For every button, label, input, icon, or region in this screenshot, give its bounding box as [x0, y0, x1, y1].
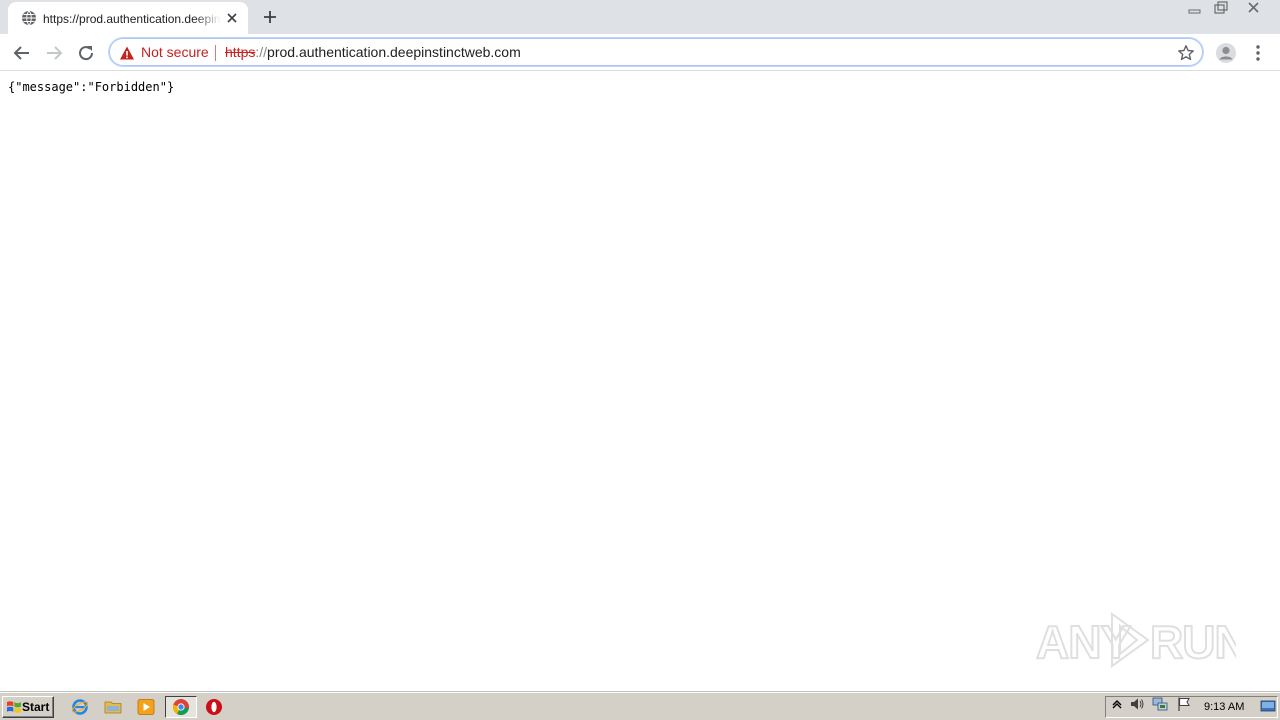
windows-logo-icon [7, 701, 21, 713]
reload-icon[interactable] [74, 41, 98, 65]
watermark-text-left: ANY [1036, 616, 1130, 668]
star-icon[interactable] [1177, 44, 1195, 62]
globe-icon [22, 10, 36, 26]
chrome-icon[interactable] [172, 698, 190, 716]
close-icon[interactable] [224, 10, 240, 26]
browser-tab[interactable]: https://prod.authentication.deepinstinct… [8, 2, 248, 34]
file-explorer-icon[interactable] [104, 698, 122, 716]
media-player-icon[interactable] [137, 698, 155, 716]
arrow-right-icon[interactable] [42, 41, 66, 65]
show-desktop-icon[interactable] [1259, 697, 1277, 715]
page-content: {"message":"Forbidden"} [0, 72, 1280, 692]
taskbar: Start 9:13 AM [0, 692, 1280, 720]
tab-title: https://prod.authentication.deepinstinct… [43, 12, 221, 26]
security-status[interactable]: Not secure [141, 44, 209, 61]
url-separator: :// [255, 44, 268, 60]
volume-icon[interactable] [1129, 696, 1145, 712]
kebab-menu-icon[interactable] [1250, 41, 1266, 65]
start-label: Start [22, 700, 50, 714]
close-icon[interactable] [1234, 0, 1274, 18]
screen: https://prod.authentication.deepinstinct… [0, 0, 1280, 720]
network-icon[interactable] [1152, 696, 1168, 712]
url-host: prod.authentication.deepinstinctweb.com [267, 44, 521, 60]
anyrun-watermark: ANY RUN [1036, 612, 1236, 669]
profile-icon[interactable] [1214, 41, 1238, 65]
arrow-left-icon[interactable] [10, 41, 34, 65]
action-center-flag-icon[interactable] [1176, 696, 1192, 712]
restore-icon[interactable] [1208, 0, 1234, 18]
opera-icon[interactable] [205, 698, 223, 716]
internet-explorer-icon[interactable] [71, 698, 89, 716]
minimize-icon[interactable] [1183, 0, 1208, 18]
start-button[interactable]: Start [2, 696, 54, 718]
browser-toolbar: Not secure https://prod.authentication.d… [0, 34, 1280, 71]
show-hidden-icons-arrow[interactable] [1109, 696, 1125, 712]
address-bar[interactable]: Not secure https://prod.authentication.d… [108, 37, 1204, 67]
plus-icon[interactable] [259, 6, 281, 28]
url-scheme: https [225, 44, 256, 60]
response-body: {"message":"Forbidden"} [8, 80, 175, 94]
clock[interactable]: 9:13 AM [1204, 701, 1244, 714]
watermark-text-right: RUN [1150, 616, 1236, 668]
url-text[interactable]: https://prod.authentication.deepinstinct… [225, 44, 521, 61]
divider [215, 45, 216, 61]
tab-strip: https://prod.authentication.deepinstinct… [0, 0, 1280, 34]
warning-icon[interactable] [119, 45, 135, 61]
